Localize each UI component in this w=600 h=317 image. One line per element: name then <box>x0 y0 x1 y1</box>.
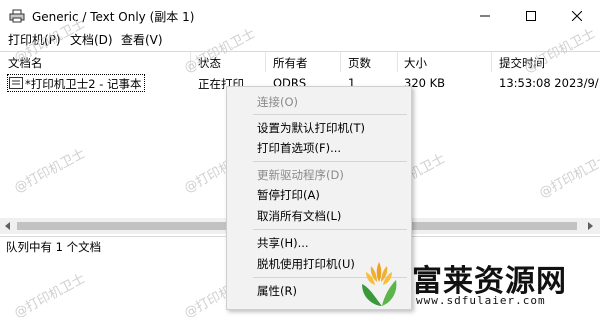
menu-item-connect[interactable]: 连接(O) <box>257 94 298 110</box>
queue-count-text: 队列中有 1 个文档 <box>6 240 102 254</box>
job-submitted: 13:53:08 2023/9/ <box>499 76 599 90</box>
minimize-icon <box>480 15 490 17</box>
printer-icon <box>9 9 25 23</box>
menu-view[interactable]: 查看(V) <box>121 32 163 50</box>
printer-queue-window: Generic / Text Only (副本 1) 打印机(P) 文档(D) … <box>0 0 600 317</box>
menu-item-sharing[interactable]: 共享(H)... <box>257 235 309 251</box>
menu-item-set-default-printer[interactable]: 设置为默认打印机(T) <box>257 120 365 136</box>
menu-separator <box>253 161 407 162</box>
close-button[interactable] <box>554 0 600 32</box>
column-divider[interactable] <box>397 52 398 72</box>
minimize-button[interactable] <box>462 0 508 32</box>
column-divider[interactable] <box>340 52 341 72</box>
menu-item-use-printer-offline[interactable]: 脱机使用打印机(U) <box>257 256 355 272</box>
menu-separator <box>253 229 407 230</box>
column-header-size[interactable]: 大小 <box>404 55 427 71</box>
column-header-owner[interactable]: 所有者 <box>273 55 308 71</box>
scroll-right-icon[interactable] <box>586 221 594 231</box>
scroll-left-icon[interactable] <box>4 221 12 231</box>
column-header-pages[interactable]: 页数 <box>348 55 371 71</box>
close-icon <box>572 11 582 21</box>
window-title: Generic / Text Only (副本 1) <box>32 10 195 24</box>
maximize-button[interactable] <box>508 0 554 32</box>
title-bar[interactable]: Generic / Text Only (副本 1) <box>0 0 600 32</box>
column-divider[interactable] <box>265 52 266 72</box>
menu-bar: 打印机(P) 文档(D) 查看(V) <box>0 32 600 50</box>
menu-separator <box>253 114 407 115</box>
menu-item-cancel-all-documents[interactable]: 取消所有文档(L) <box>257 208 341 224</box>
menu-item-printing-preferences[interactable]: 打印首选项(F)... <box>257 140 341 156</box>
menu-item-pause-printing[interactable]: 暂停打印(A) <box>257 187 320 203</box>
brand-url: www.sdfulaier.com <box>416 294 546 307</box>
brand-logo-icon <box>362 262 397 306</box>
brand-watermark: 富莱资源网 www.sdfulaier.com <box>356 252 596 312</box>
watermark: @打印机卫士 <box>11 271 88 317</box>
menu-item-update-driver[interactable]: 更新驱动程序(D) <box>257 167 344 183</box>
column-divider[interactable] <box>491 52 492 72</box>
maximize-icon <box>526 11 536 21</box>
job-document-name: *打印机卫士2 - 记事本 <box>25 77 142 91</box>
document-icon <box>9 77 23 89</box>
menu-item-properties[interactable]: 属性(R) <box>257 283 297 299</box>
